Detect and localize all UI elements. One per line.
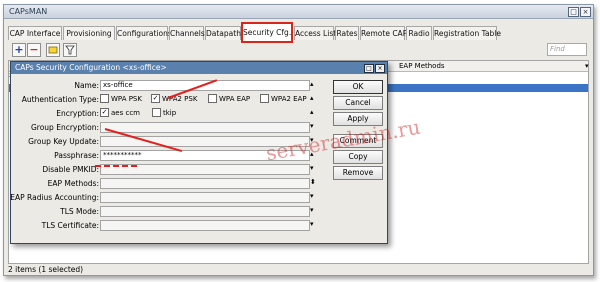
pmkid-label: Disable PMKID:	[42, 165, 99, 174]
encryption-collapse-icon[interactable]: ▴	[310, 107, 319, 118]
tls-cert-field[interactable]	[100, 220, 310, 231]
checkmark-icon: ✓	[100, 107, 109, 117]
column-eap-methods[interactable]: EAP Methods	[399, 61, 445, 71]
passphrase-row: Passphrase:	[11, 150, 99, 161]
add-button[interactable]: +	[12, 43, 26, 57]
tls-cert-row: TLS Certificate:	[11, 220, 99, 231]
toolbar: + − Find	[8, 43, 589, 57]
passphrase-collapse-icon[interactable]: ▴	[310, 149, 319, 160]
wpa-psk-label: WPA PSK	[111, 95, 142, 103]
encryption-row: Encryption:	[11, 108, 99, 119]
aes-ccm-label: aes ccm	[111, 109, 140, 117]
tab-access-list[interactable]: Access List	[294, 26, 336, 40]
security-config-dialog: CAPs Security Configuration <xs-office> …	[10, 61, 388, 244]
aes-ccm-checkbox[interactable]: ✓ aes ccm	[100, 107, 140, 119]
eap-acct-field[interactable]	[100, 192, 310, 203]
checkmark-icon: ✓	[151, 93, 160, 103]
passphrase-label: Passphrase:	[54, 151, 99, 160]
window-titlebar: CAPsMAN □ ×	[4, 5, 593, 19]
group-encryption-label: Group Encryption:	[30, 123, 99, 132]
comment-button[interactable]	[46, 43, 60, 57]
checkbox-empty-icon	[100, 93, 109, 103]
eap-acct-expand-icon[interactable]: ▾	[310, 191, 319, 202]
pmkid-row: Disable PMKID:	[11, 164, 99, 175]
encryption-options: ✓ aes ccm tkip	[100, 107, 220, 119]
tls-mode-label: TLS Mode:	[60, 207, 99, 216]
tkip-checkbox[interactable]: tkip	[152, 107, 177, 119]
tab-channels[interactable]: Channels	[169, 26, 205, 40]
filter-icon	[65, 45, 75, 55]
group-key-label: Group Key Update:	[28, 137, 99, 146]
tab-datapaths[interactable]: Datapaths	[205, 26, 245, 40]
encryption-label: Encryption:	[56, 109, 99, 118]
close-icon[interactable]: ×	[580, 7, 591, 17]
auth-type-label: Authentication Type:	[21, 95, 99, 104]
tab-cap-interface[interactable]: CAP Interface	[8, 26, 62, 40]
group-encryption-expand-icon[interactable]: ▾	[310, 121, 319, 132]
eap-acct-row: EAP Radius Accounting:	[10, 192, 99, 203]
tls-cert-label: TLS Certificate:	[41, 221, 99, 230]
tls-mode-field[interactable]	[100, 206, 310, 217]
checkbox-empty-icon	[152, 107, 161, 117]
tab-remote-cap[interactable]: Remote CAP	[360, 26, 407, 40]
eap-acct-label: EAP Radius Accounting:	[10, 193, 99, 202]
tab-radio[interactable]: Radio	[406, 26, 432, 40]
column-chooser-icon[interactable]: ▾	[585, 61, 589, 71]
cancel-button[interactable]: Cancel	[333, 96, 383, 110]
status-bar: 2 items (1 selected)	[8, 265, 84, 274]
checkbox-empty-icon	[208, 93, 217, 103]
dialog-title: CAPs Security Configuration <xs-office>	[15, 63, 167, 72]
name-row: Name:	[11, 80, 99, 91]
wpa2-eap-checkbox[interactable]: WPA2 EAP	[260, 93, 307, 105]
annotation-underline-passphrase	[95, 165, 137, 167]
restore-icon[interactable]: □	[568, 7, 579, 17]
tab-bar: CAP Interface Provisioning Configuration…	[8, 22, 589, 43]
tls-cert-expand-icon[interactable]: ▾	[310, 219, 319, 230]
filter-button[interactable]	[63, 43, 77, 57]
eap-methods-label: EAP Methods:	[47, 179, 99, 188]
tls-mode-expand-icon[interactable]: ▾	[310, 205, 319, 216]
pmkid-expand-icon[interactable]: ▾	[310, 163, 319, 174]
tls-mode-row: TLS Mode:	[11, 206, 99, 217]
tab-configurations[interactable]: Configurations	[116, 26, 172, 40]
group-key-expand-icon[interactable]: ▾	[310, 135, 319, 146]
wpa-eap-label: WPA EAP	[219, 95, 251, 103]
comment-dialog-button[interactable]: Comment	[333, 134, 383, 148]
name-label: Name:	[74, 81, 99, 90]
auth-row: Authentication Type:	[11, 94, 99, 105]
tkip-label: tkip	[163, 109, 177, 117]
dialog-restore-icon[interactable]: □	[364, 64, 374, 73]
minus-icon: −	[29, 43, 39, 56]
group-key-row: Group Key Update:	[11, 136, 99, 147]
find-input[interactable]: Find	[547, 43, 587, 56]
wpa-eap-checkbox[interactable]: WPA EAP	[208, 93, 251, 105]
auth-type-options: WPA PSK ✓ WPA2 PSK WPA EAP WPA2 EAP	[100, 93, 312, 105]
group-encryption-field[interactable]	[100, 122, 310, 133]
remove-button[interactable]: −	[27, 43, 41, 57]
group-encryption-row: Group Encryption:	[11, 122, 99, 133]
apply-button[interactable]: Apply	[333, 112, 383, 126]
passphrase-input[interactable]: ***********	[100, 150, 310, 161]
auth-collapse-icon[interactable]: ▴	[310, 93, 319, 104]
tab-provisioning[interactable]: Provisioning	[63, 26, 115, 40]
copy-button[interactable]: Copy	[333, 150, 383, 164]
dialog-titlebar: CAPs Security Configuration <xs-office> …	[11, 62, 387, 74]
eap-methods-row: EAP Methods:	[11, 178, 99, 189]
window-title: CAPsMAN	[9, 7, 48, 16]
wpa-psk-checkbox[interactable]: WPA PSK	[100, 93, 142, 105]
tab-registration-table[interactable]: Registration Table	[433, 26, 501, 40]
dialog-close-icon[interactable]: ×	[375, 64, 385, 73]
plus-icon: +	[14, 43, 24, 56]
tab-rates[interactable]: Rates	[335, 26, 359, 40]
comment-icon	[48, 46, 58, 54]
ok-button[interactable]: OK	[333, 80, 383, 94]
name-collapse-icon[interactable]: ▴	[310, 79, 319, 90]
remove-dialog-button[interactable]: Remove	[333, 166, 383, 180]
checkbox-empty-icon	[260, 93, 269, 103]
tab-security-cfg[interactable]: Security Cfg.	[241, 22, 293, 43]
eap-methods-updown-icon[interactable]: ⬍	[310, 177, 319, 188]
wpa2-eap-label: WPA2 EAP	[271, 95, 307, 103]
eap-methods-field[interactable]	[100, 178, 310, 189]
